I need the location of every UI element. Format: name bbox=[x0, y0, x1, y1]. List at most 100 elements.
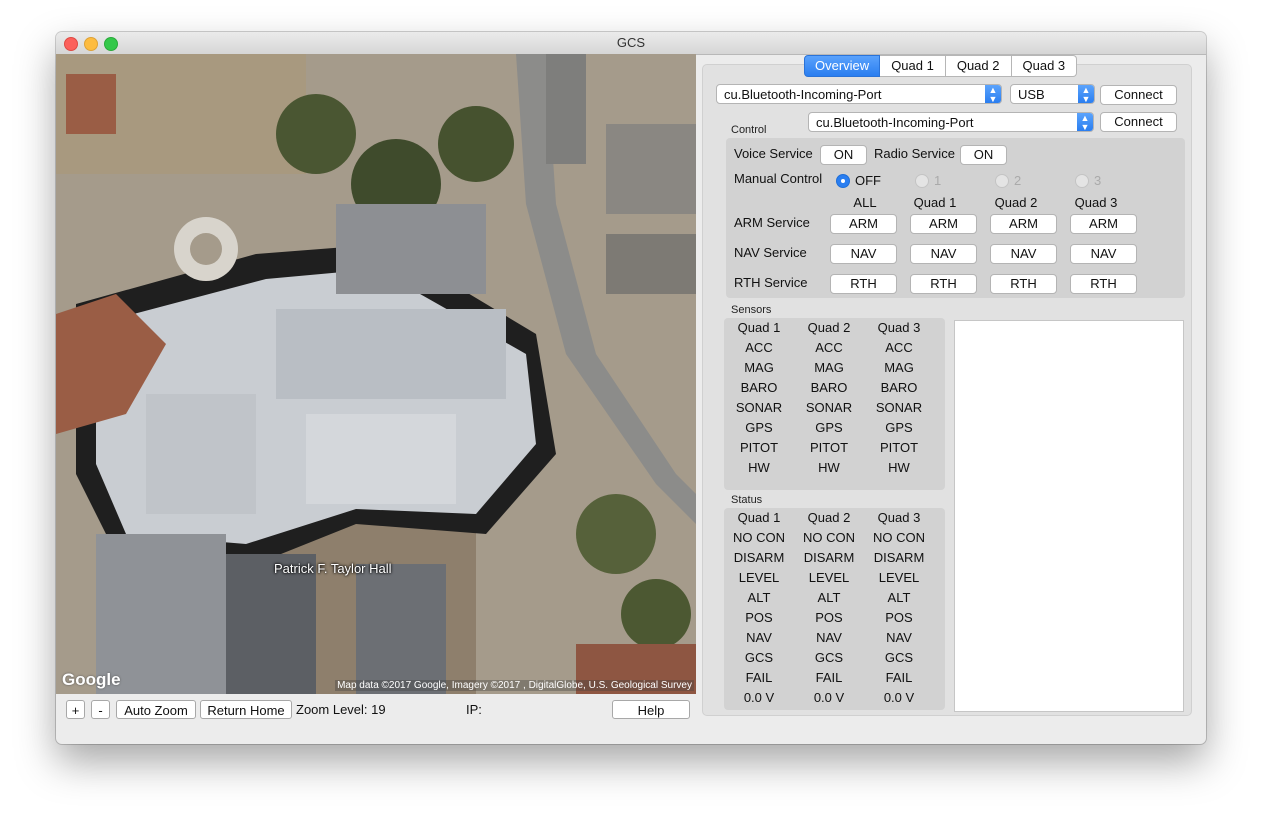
sensors-cell-quad-1: PITOT bbox=[739, 440, 779, 455]
connection-type-select[interactable]: USB ▲ ▼ bbox=[1010, 84, 1095, 104]
status-cell-quad-1: POS bbox=[745, 610, 773, 625]
rth-quad-1-button[interactable]: RTH bbox=[910, 274, 977, 294]
rth-quad-2-button[interactable]: RTH bbox=[990, 274, 1057, 294]
ip-label: IP: bbox=[466, 702, 482, 717]
status-cell-quad-3: NAV bbox=[886, 630, 912, 645]
tab-quad-3[interactable]: Quad 3 bbox=[1011, 55, 1078, 77]
sensors-cell-quad-3: SONAR bbox=[875, 400, 923, 415]
status-cell-quad-3: ALT bbox=[887, 590, 911, 605]
status-cell-quad-2: GCS bbox=[814, 650, 844, 665]
sensors-cell-quad-3: GPS bbox=[885, 420, 913, 435]
manual-control-label: Manual Control bbox=[734, 171, 823, 186]
sensors-cell-quad-3: HW bbox=[888, 460, 910, 475]
sensors-cell-quad-2: GPS bbox=[815, 420, 843, 435]
control-group-label: Control bbox=[731, 124, 767, 136]
status-cell-quad-2: NAV bbox=[816, 630, 842, 645]
maximize-window-button[interactable] bbox=[104, 37, 118, 51]
sensors-header-quad-3: Quad 3 bbox=[877, 320, 921, 335]
manual-control-radio-2[interactable] bbox=[995, 174, 1009, 188]
window-title: GCS bbox=[616, 35, 646, 50]
column-header-all: ALL bbox=[853, 195, 877, 210]
status-cell-quad-2: POS bbox=[815, 610, 843, 625]
status-cell-quad-2: FAIL bbox=[815, 670, 843, 685]
map-toolbar: + - Auto Zoom Return Home Zoom Level: 19… bbox=[56, 696, 696, 722]
sensors-cell-quad-2: ACC bbox=[815, 340, 843, 355]
status-cell-quad-2: NO CON bbox=[803, 530, 855, 545]
tab-quad-1[interactable]: Quad 1 bbox=[880, 55, 946, 77]
status-cell-quad-1: 0.0 V bbox=[743, 690, 775, 705]
nav-quad-3-button[interactable]: NAV bbox=[1070, 244, 1137, 264]
nav-all-button[interactable]: NAV bbox=[830, 244, 897, 264]
status-cell-quad-1: GCS bbox=[744, 650, 774, 665]
sensors-cell-quad-1: HW bbox=[748, 460, 770, 475]
status-header-quad-1: Quad 1 bbox=[737, 510, 781, 525]
sensors-cell-quad-3: MAG bbox=[884, 360, 914, 375]
message-log[interactable] bbox=[954, 320, 1184, 712]
status-cell-quad-3: 0.0 V bbox=[883, 690, 915, 705]
manual-control-radio-1[interactable] bbox=[915, 174, 929, 188]
satellite-map[interactable]: Patrick F. Taylor Hall Google Map data ©… bbox=[56, 54, 696, 694]
arm-quad-1-button[interactable]: ARM bbox=[910, 214, 977, 234]
zoom-level-label: Zoom Level: 19 bbox=[296, 702, 386, 717]
arm-quad-3-button[interactable]: ARM bbox=[1070, 214, 1137, 234]
sensors-cell-quad-2: PITOT bbox=[809, 440, 849, 455]
sensors-cell-quad-1: SONAR bbox=[735, 400, 783, 415]
zoom-out-button[interactable]: - bbox=[91, 700, 110, 719]
ip-redacted bbox=[483, 705, 596, 716]
status-header-quad-2: Quad 2 bbox=[807, 510, 851, 525]
tab-quad-2[interactable]: Quad 2 bbox=[945, 55, 1012, 77]
nav-quad-1-button[interactable]: NAV bbox=[910, 244, 977, 264]
sensors-group-label: Sensors bbox=[731, 304, 772, 316]
tab-overview[interactable]: Overview bbox=[804, 55, 881, 77]
port-select-2[interactable]: cu.Bluetooth-Incoming-Port ▲ ▼ bbox=[808, 112, 1094, 132]
sensors-header-quad-1: Quad 1 bbox=[737, 320, 781, 335]
map-place-label: Patrick F. Taylor Hall bbox=[274, 561, 392, 576]
status-cell-quad-3: DISARM bbox=[873, 550, 925, 565]
chevron-updown-icon: ▲ ▼ bbox=[1077, 113, 1093, 132]
manual-control-off-label: OFF bbox=[855, 173, 881, 188]
arm-quad-2-button[interactable]: ARM bbox=[990, 214, 1057, 234]
sensors-cell-quad-1: MAG bbox=[744, 360, 774, 375]
connection-type-value: USB bbox=[1018, 87, 1045, 102]
status-header-quad-3: Quad 3 bbox=[877, 510, 921, 525]
close-window-button[interactable] bbox=[64, 37, 78, 51]
sensors-cell-quad-3: BARO bbox=[880, 380, 918, 395]
help-button[interactable]: Help bbox=[612, 700, 690, 719]
ip-address-label: IP: bbox=[466, 700, 596, 719]
sensors-cell-quad-1: ACC bbox=[745, 340, 773, 355]
auto-zoom-button[interactable]: Auto Zoom bbox=[116, 700, 196, 719]
sensors-cell-quad-2: SONAR bbox=[805, 400, 853, 415]
sensors-cell-quad-2: HW bbox=[818, 460, 840, 475]
status-cell-quad-2: DISARM bbox=[803, 550, 855, 565]
chevron-updown-icon: ▲ ▼ bbox=[985, 85, 1001, 104]
return-home-button[interactable]: Return Home bbox=[200, 700, 292, 719]
manual-control-radio-off[interactable] bbox=[836, 174, 850, 188]
status-cell-quad-1: LEVEL bbox=[738, 570, 780, 585]
sensors-cell-quad-2: MAG bbox=[814, 360, 844, 375]
column-header-quad-2: Quad 2 bbox=[994, 195, 1038, 210]
minimize-window-button[interactable] bbox=[84, 37, 98, 51]
column-header-quad-3: Quad 3 bbox=[1074, 195, 1118, 210]
rth-quad-3-button[interactable]: RTH bbox=[1070, 274, 1137, 294]
rth-all-button[interactable]: RTH bbox=[830, 274, 897, 294]
arm-all-button[interactable]: ARM bbox=[830, 214, 897, 234]
connect-button-1[interactable]: Connect bbox=[1100, 85, 1177, 105]
radio-service-toggle[interactable]: ON bbox=[960, 145, 1007, 165]
sensors-cell-quad-2: BARO bbox=[810, 380, 848, 395]
column-header-quad-1: Quad 1 bbox=[913, 195, 957, 210]
connect-button-2[interactable]: Connect bbox=[1100, 112, 1177, 132]
sensors-header-quad-2: Quad 2 bbox=[807, 320, 851, 335]
voice-service-toggle[interactable]: ON bbox=[820, 145, 867, 165]
sensors-cell-quad-1: GPS bbox=[745, 420, 773, 435]
radio-service-label: Radio Service bbox=[874, 146, 955, 161]
status-cell-quad-1: NAV bbox=[746, 630, 772, 645]
status-cell-quad-1: ALT bbox=[747, 590, 771, 605]
manual-control-radio-3[interactable] bbox=[1075, 174, 1089, 188]
port-select-1[interactable]: cu.Bluetooth-Incoming-Port ▲ ▼ bbox=[716, 84, 1002, 104]
status-cell-quad-2: LEVEL bbox=[808, 570, 850, 585]
nav-quad-2-button[interactable]: NAV bbox=[990, 244, 1057, 264]
port-select-2-value: cu.Bluetooth-Incoming-Port bbox=[816, 115, 974, 130]
port-select-1-value: cu.Bluetooth-Incoming-Port bbox=[724, 87, 882, 102]
manual-control-2-label: 2 bbox=[1014, 173, 1022, 188]
zoom-in-button[interactable]: + bbox=[66, 700, 85, 719]
